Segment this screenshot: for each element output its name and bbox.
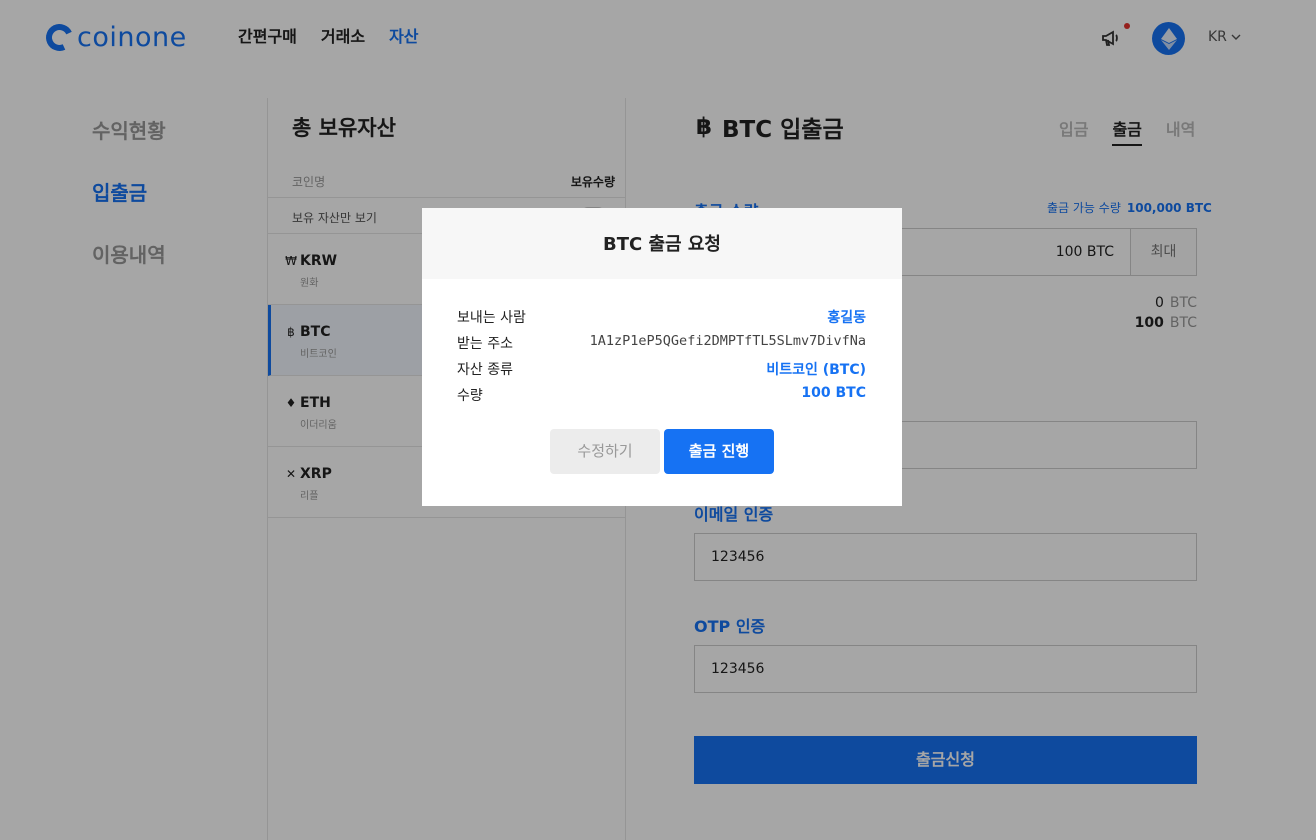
proceed-withdraw-button[interactable]: 출금 진행 [664,429,774,474]
sender-label: 보내는 사람 [457,310,526,326]
modal-row-sender: 보내는 사람 홍길동 [457,307,866,329]
amount-value: 100 BTC [801,385,866,401]
address-label: 받는 주소 [457,336,513,352]
address-value: 1A1zP1eP5QGefi2DMPTfTL5SLmv7DivfNa [589,333,866,349]
withdraw-confirm-modal: BTC 출금 요청 보내는 사람 홍길동 받는 주소 1A1zP1eP5QGef… [422,208,902,506]
modal-title: BTC 출금 요청 [422,208,902,279]
asset-type-label: 자산 종류 [457,362,513,378]
amount-label: 수량 [457,388,483,404]
modal-row-address: 받는 주소 1A1zP1eP5QGefi2DMPTfTL5SLmv7DivfNa [457,333,866,355]
modal-row-amount: 수량 100 BTC [457,385,866,407]
modal-row-asset: 자산 종류 비트코인 (BTC) [457,359,866,381]
asset-type-value: 비트코인 (BTC) [766,362,866,378]
sender-value: 홍길동 [827,310,866,326]
edit-button[interactable]: 수정하기 [550,429,660,474]
